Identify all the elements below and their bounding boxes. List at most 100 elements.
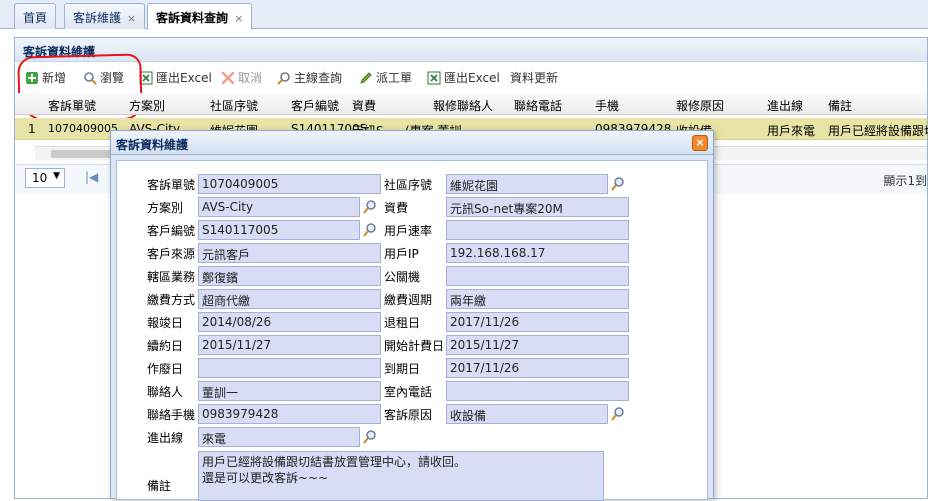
col-header[interactable]: 聯絡電話 [514, 97, 562, 114]
install-date-field[interactable]: 2014/08/26 [198, 312, 381, 332]
community-no-field[interactable]: 維妮花園 [446, 174, 608, 194]
cancel-button[interactable]: 取消 [221, 69, 262, 86]
close-icon[interactable]: × [692, 135, 708, 151]
col-header[interactable]: 進出線 [767, 97, 803, 114]
col-header[interactable]: 客戶編號 [291, 97, 339, 114]
panel-title: 客訴資料維護 [15, 38, 927, 62]
col-header[interactable]: 客訴單號 [48, 97, 96, 114]
pencil-icon [359, 71, 373, 85]
home-phone-field[interactable] [446, 381, 629, 401]
search-icon[interactable] [362, 222, 378, 238]
user-speed-field[interactable] [446, 220, 629, 240]
col-header[interactable]: 資費 [352, 97, 376, 114]
line-in-out-field[interactable]: 來電 [198, 427, 360, 447]
tab-complaint-maintenance[interactable]: 客訴維護 × [64, 3, 146, 29]
return-date-field[interactable]: 2017/11/26 [446, 312, 629, 332]
void-date-field[interactable] [198, 358, 381, 378]
page-size-value: 10 [32, 171, 48, 185]
add-button[interactable]: 新增 [25, 69, 66, 86]
payment-cycle-label: 繳費週期 [384, 293, 433, 307]
home-phone-label: 室內電話 [384, 385, 433, 399]
pager-info: 顯示1到 [883, 174, 927, 188]
contact-mobile-field[interactable]: 0983979428 [198, 404, 381, 424]
search-icon[interactable] [362, 199, 378, 215]
search-icon[interactable] [362, 429, 378, 445]
remarks-textarea[interactable]: 用戶已經將設備跟切結書放置管理中心，請收回。 還是可以更改客訴~~~ [198, 451, 604, 501]
dialog-title: 客訴資料維護 [111, 131, 713, 155]
col-header[interactable]: 方案別 [129, 97, 165, 114]
magnifier-icon [83, 71, 97, 85]
col-header[interactable]: 社區序號 [210, 97, 258, 114]
first-page-icon[interactable]: |◀ [85, 170, 98, 184]
area-sales-field[interactable]: 鄭復鑌 [198, 266, 381, 286]
install-date-label: 報竣日 [147, 316, 184, 330]
complaint-no-field[interactable]: 1070409005 [198, 174, 381, 194]
browse-label: 瀏覽 [100, 71, 125, 85]
complaint-reason-label: 客訴原因 [384, 408, 433, 422]
cancel-label: 取消 [238, 71, 263, 85]
complaint-dialog: 客訴資料維護 × 客訴單號 1070409005 社區序號 維妮花園 方案別 A… [110, 130, 714, 501]
toolbar: 新增 瀏覽 匯出Excel 取消 主線查詢 派工單 匯出Excel 資料更新 [15, 64, 927, 92]
renewal-date-label: 續約日 [147, 339, 184, 353]
payment-cycle-field[interactable]: 兩年繳 [446, 289, 629, 309]
plan-field[interactable]: AVS-City [198, 197, 360, 217]
customer-source-field[interactable]: 元訊客戶 [198, 243, 381, 263]
void-date-label: 作廢日 [147, 362, 184, 376]
search-icon[interactable] [610, 176, 626, 192]
col-header[interactable]: 報修原因 [676, 97, 724, 114]
query-icon [277, 71, 291, 85]
col-header[interactable]: 手機 [595, 97, 619, 114]
excel-icon [427, 71, 441, 85]
payment-method-label: 繳費方式 [147, 293, 196, 307]
col-header[interactable]: 備註 [828, 97, 852, 114]
customer-no-field[interactable]: S140117005 [198, 220, 360, 240]
complaint-no-label: 客訴單號 [147, 178, 196, 192]
cell: 用戶來電 [767, 124, 816, 138]
fee-field[interactable]: 元訊So-net專案20M [446, 197, 629, 217]
scrollbar-thumb[interactable] [51, 150, 111, 158]
contact-field[interactable]: 董訓一 [198, 381, 381, 401]
billing-start-label: 開始計費日 [384, 339, 445, 353]
complaint-reason-field[interactable]: 收設備 [446, 404, 608, 424]
renewal-date-field[interactable]: 2015/11/27 [198, 335, 381, 355]
update-data-button[interactable]: 資料更新 [510, 69, 558, 86]
tab-complaint-maintenance-label: 客訴維護 [73, 11, 122, 25]
public-machine-field[interactable] [446, 266, 629, 286]
cell: 用戶已經將設備跟切 [828, 124, 928, 138]
tab-complaint-query[interactable]: 客訴資料查詢 × [147, 3, 253, 30]
close-icon[interactable]: × [234, 12, 243, 25]
community-no-label: 社區序號 [384, 178, 433, 192]
search-icon[interactable] [610, 406, 626, 422]
contact-mobile-label: 聯絡手機 [147, 408, 196, 422]
return-date-label: 退租日 [384, 316, 421, 330]
close-icon[interactable]: × [127, 12, 136, 25]
tab-home-label: 首頁 [23, 11, 48, 25]
export-excel-label: 匯出Excel [156, 71, 212, 85]
expire-date-field[interactable]: 2017/11/26 [446, 358, 629, 378]
plan-label: 方案別 [147, 201, 184, 215]
browse-button[interactable]: 瀏覽 [83, 69, 124, 86]
dispatch-button[interactable]: 派工單 [359, 69, 412, 86]
contact-label: 聯絡人 [147, 385, 184, 399]
page-size-select[interactable]: 10 ▼ [25, 168, 65, 188]
user-ip-field[interactable]: 192.168.168.17 [446, 243, 629, 263]
fee-label: 資費 [384, 201, 409, 215]
billing-start-field[interactable]: 2015/11/27 [446, 335, 629, 355]
main-line-query-button[interactable]: 主線查詢 [277, 69, 342, 86]
row-index: 1 [28, 122, 36, 136]
add-label: 新增 [42, 71, 67, 85]
chevron-down-icon: ▼ [53, 171, 60, 181]
area-sales-label: 轄區業務 [147, 270, 196, 284]
payment-method-field[interactable]: 超商代繳 [198, 289, 381, 309]
dispatch-label: 派工單 [376, 71, 413, 85]
export-excel-button-2[interactable]: 匯出Excel [427, 69, 500, 86]
export-excel-label-2: 匯出Excel [444, 71, 500, 85]
excel-icon [139, 71, 153, 85]
customer-source-label: 客戶來源 [147, 247, 196, 261]
tab-home[interactable]: 首頁 [14, 3, 57, 29]
main-line-query-label: 主線查詢 [294, 71, 343, 85]
cell: 1070409005 [48, 122, 118, 135]
export-excel-button[interactable]: 匯出Excel [139, 69, 212, 86]
public-machine-label: 公關機 [384, 270, 421, 284]
col-header[interactable]: 報修聯絡人 [433, 97, 493, 114]
